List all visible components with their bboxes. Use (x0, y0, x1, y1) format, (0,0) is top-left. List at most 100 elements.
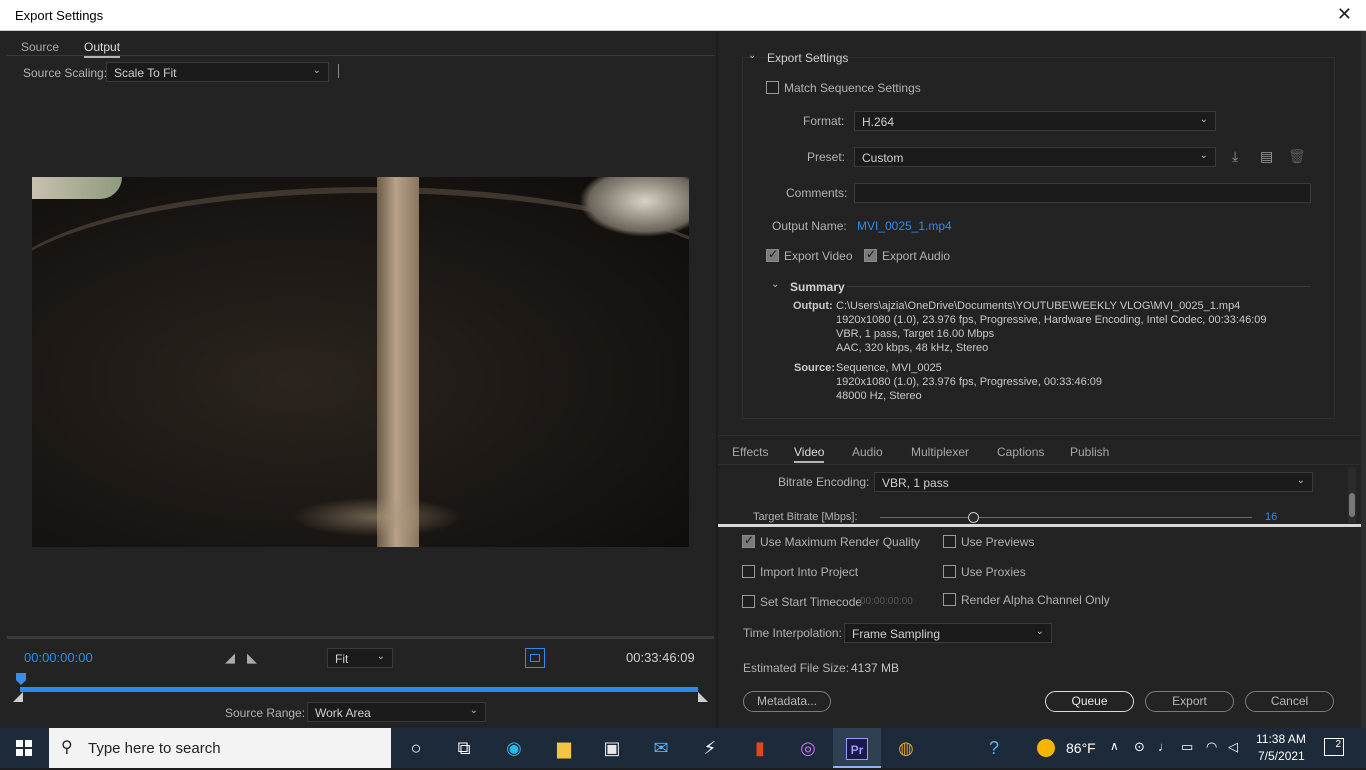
target-bitrate-slider[interactable] (880, 517, 1252, 518)
video-settings-scroll: Bitrate Encoding: VBR, 1 pass ⌄ Target B… (742, 465, 1338, 523)
current-timecode[interactable]: 00:00:00:00 (24, 650, 93, 665)
edge-browser-icon[interactable]: ◉ (490, 728, 538, 768)
output-name-label: Output Name: (772, 219, 847, 233)
tab-source[interactable]: Source (21, 40, 59, 54)
time-interpolation-dropdown[interactable]: Frame Sampling ⌄ (844, 623, 1052, 643)
target-bitrate-slider-handle[interactable] (968, 512, 979, 523)
import-preset-icon[interactable]: ▤ (1260, 148, 1273, 165)
export-video-checkbox[interactable] (766, 247, 779, 262)
metadata-button[interactable]: Metadata... (743, 691, 831, 712)
range-end-handle-icon[interactable] (698, 692, 708, 702)
tab-captions[interactable]: Captions (997, 445, 1044, 459)
summary-output-line: VBR, 1 pass, Target 16.00 Mbps (836, 328, 995, 340)
taskbar-search-box[interactable]: ⚲ Type here to search (49, 728, 391, 768)
output-name-link[interactable]: MVI_0025_1.mp4 (857, 219, 952, 233)
tab-multiplexer[interactable]: Multiplexer (911, 445, 969, 459)
weather-sun-icon[interactable] (1037, 739, 1055, 757)
tab-publish[interactable]: Publish (1070, 445, 1109, 459)
wifi-icon[interactable]: ◠ (1206, 739, 1217, 755)
mail-icon[interactable]: ✉ (637, 728, 685, 768)
zoom-fit-dropdown[interactable]: Fit ⌄ (327, 648, 393, 668)
tab-audio[interactable]: Audio (852, 445, 883, 459)
creative-cloud-icon[interactable]: ◎ (784, 728, 832, 768)
show-hidden-icons-icon[interactable]: ∧ (1110, 739, 1119, 753)
export-audio-checkbox[interactable] (864, 247, 877, 262)
preview-faucet-right (579, 177, 689, 237)
playback-range-bar[interactable] (20, 687, 698, 692)
weather-temperature[interactable]: 86°F (1066, 740, 1096, 756)
set-start-timecode-label[interactable]: Set Start Timecode (760, 595, 862, 609)
max-render-quality-label[interactable]: Use Maximum Render Quality (760, 535, 920, 549)
close-icon[interactable]: ✕ (1337, 5, 1352, 23)
chevron-down-icon[interactable]: ⌄ (771, 279, 779, 290)
tab-video[interactable]: Video (794, 445, 825, 463)
chevron-down-icon[interactable]: ⌄ (748, 50, 756, 61)
max-render-quality-checkbox[interactable] (742, 533, 755, 548)
save-preset-icon[interactable]: ⤓ (1232, 148, 1238, 165)
source-scaling-label: Source Scaling: (23, 66, 108, 80)
chrome-browser-icon[interactable]: ◍ (882, 728, 930, 768)
mark-in-icon[interactable]: ◢ (225, 650, 235, 666)
settings-scrollbar[interactable] (1348, 467, 1356, 523)
preset-value: Custom (862, 151, 904, 165)
source-range-dropdown[interactable]: Work Area ⌄ (307, 702, 486, 722)
start-timecode-field[interactable]: 00:00:00:00 (860, 596, 913, 607)
render-alpha-label[interactable]: Render Alpha Channel Only (961, 593, 1110, 607)
use-proxies-checkbox[interactable] (943, 565, 956, 578)
file-explorer-icon[interactable]: ▆ (540, 728, 588, 768)
delete-preset-icon[interactable]: 🗑 (1288, 148, 1306, 165)
tab-effects[interactable]: Effects (732, 445, 768, 459)
bitrate-encoding-dropdown[interactable]: VBR, 1 pass ⌄ (874, 472, 1313, 492)
range-start-handle-icon[interactable] (13, 692, 23, 702)
preview-splash (292, 497, 462, 537)
source-scaling-dropdown[interactable]: Scale To Fit ⌄ (106, 62, 329, 82)
microsoft-store-icon[interactable]: ▣ (588, 728, 636, 768)
export-settings-pane: ⌄ Export Settings Match Sequence Setting… (718, 31, 1361, 728)
format-value: H.264 (862, 115, 895, 129)
import-into-project-checkbox[interactable] (742, 565, 755, 578)
battery-icon[interactable]: ▭ (1181, 739, 1193, 755)
clock-time[interactable]: 11:38 AM (1256, 732, 1306, 746)
set-start-timecode-checkbox[interactable] (742, 595, 755, 608)
export-audio-label[interactable]: Export Audio (882, 249, 950, 263)
queue-button[interactable]: Queue (1045, 691, 1134, 712)
preview-pane: Source Output Source Scaling: Scale To F… (0, 31, 716, 728)
app-icon[interactable]: ⚡ (686, 728, 734, 768)
export-settings-heading[interactable]: Export Settings (767, 51, 848, 65)
microphone-icon[interactable]: ♩ (1158, 739, 1171, 754)
cancel-button[interactable]: Cancel (1245, 691, 1334, 712)
preview-water-stream (377, 177, 419, 547)
mark-out-icon[interactable]: ◣ (247, 650, 257, 666)
match-sequence-label[interactable]: Match Sequence Settings (784, 81, 921, 95)
target-bitrate-value[interactable]: 16 (1265, 511, 1277, 523)
export-button[interactable]: Export (1145, 691, 1234, 712)
preset-dropdown[interactable]: Custom ⌄ (854, 147, 1216, 167)
use-proxies-label[interactable]: Use Proxies (961, 565, 1026, 579)
volume-icon[interactable]: ◁ (1228, 739, 1238, 755)
match-sequence-checkbox[interactable] (766, 81, 779, 94)
summary-source-line: 1920x1080 (1.0), 23.976 fps, Progressive… (836, 376, 1103, 388)
import-into-project-label[interactable]: Import Into Project (760, 565, 858, 579)
format-dropdown[interactable]: H.264 ⌄ (854, 111, 1216, 131)
comments-input[interactable] (854, 183, 1311, 203)
playhead-icon[interactable] (16, 673, 26, 685)
chevron-down-icon: ⌄ (1296, 475, 1305, 486)
duration-timecode: 00:33:46:09 (626, 650, 695, 665)
office-icon[interactable]: ▮ (736, 728, 784, 768)
clock-date[interactable]: 7/5/2021 (1258, 749, 1305, 763)
help-icon[interactable]: ? (970, 728, 1018, 768)
aspect-ratio-icon[interactable] (525, 648, 545, 668)
notifications-icon[interactable]: 2 (1324, 738, 1344, 756)
chevron-down-icon: ⌄ (1199, 150, 1208, 161)
task-view-icon[interactable]: ⧉ (440, 728, 488, 768)
export-video-label[interactable]: Export Video (784, 249, 853, 263)
windows-start-icon[interactable] (0, 728, 48, 768)
meet-now-icon[interactable]: ⊙ (1134, 739, 1145, 755)
render-alpha-checkbox[interactable] (943, 593, 956, 606)
use-previews-checkbox[interactable] (943, 535, 956, 548)
summary-heading[interactable]: Summary (790, 280, 845, 294)
cortana-icon[interactable]: ○ (392, 728, 440, 768)
notifications-count: 2 (1335, 739, 1341, 750)
premiere-pro-icon[interactable]: Pr (833, 728, 881, 768)
use-previews-label[interactable]: Use Previews (961, 535, 1034, 549)
